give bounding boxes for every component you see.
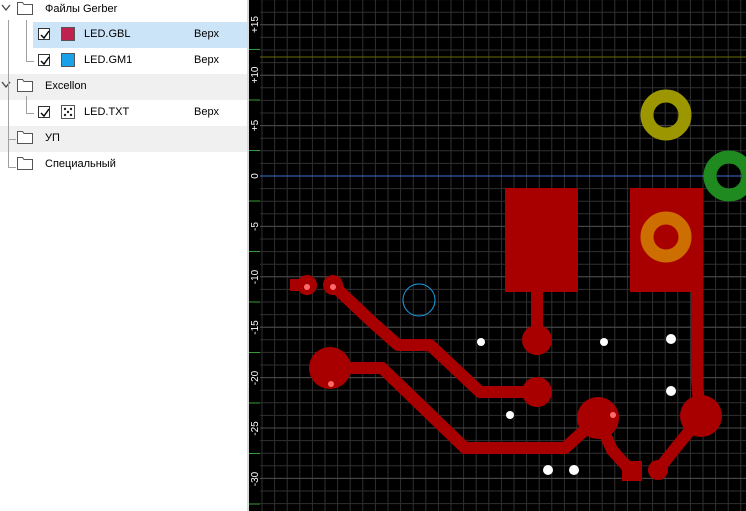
ruler-label: -25	[250, 421, 260, 436]
folder-icon	[17, 131, 33, 144]
tree-connector	[26, 113, 34, 114]
layer-color-swatch[interactable]	[61, 53, 75, 67]
file-side: Верх	[194, 54, 219, 66]
pcb-viewer-canvas[interactable]	[249, 0, 746, 511]
tree-file-led-gbl[interactable]: LED.GBL Верх	[33, 22, 247, 48]
tree-connector	[26, 96, 27, 114]
file-side: Верх	[194, 28, 219, 40]
ruler-label: +15	[250, 16, 260, 33]
visibility-checkbox[interactable]	[38, 54, 50, 66]
tree-connector	[8, 167, 16, 168]
ruler-label: +5	[250, 119, 260, 131]
ruler-label: -5	[250, 222, 260, 231]
tree-connector	[8, 20, 9, 168]
visibility-checkbox[interactable]	[38, 106, 50, 118]
drill-icon	[61, 105, 75, 119]
tree-connector	[26, 61, 34, 62]
tree-group-excellon[interactable]: Excellon	[0, 74, 247, 100]
folder-icon	[17, 2, 33, 15]
tree-group-up[interactable]: УП	[0, 126, 247, 152]
group-label: Файлы Gerber	[45, 3, 118, 15]
folder-icon	[17, 157, 33, 170]
file-name: LED.TXT	[84, 106, 130, 118]
tree-connector	[8, 139, 16, 140]
ruler-label: +10	[250, 66, 260, 83]
tree-connector	[26, 20, 27, 61]
tree-group-gerber[interactable]: Файлы Gerber	[0, 0, 247, 23]
layer-color-swatch[interactable]	[61, 27, 75, 41]
file-name: LED.GM1	[84, 54, 133, 66]
tree-group-special[interactable]: Специальный	[0, 152, 247, 178]
ruler-label: 0	[250, 173, 260, 179]
folder-icon	[17, 79, 33, 92]
visibility-checkbox[interactable]	[38, 28, 50, 40]
ruler-label: -30	[250, 471, 260, 486]
tree-file-led-gm1[interactable]: LED.GM1 Верх	[33, 48, 247, 74]
chevron-down-icon[interactable]	[0, 78, 12, 92]
tree-file-led-txt[interactable]: LED.TXT Верх	[33, 100, 247, 126]
layer-tree-panel: Файлы Gerber LED.GBL Верх LED.GM1 Верх E…	[0, 0, 247, 511]
ruler-label: -10	[250, 269, 260, 284]
ruler-label: -20	[250, 370, 260, 385]
chevron-down-icon[interactable]	[0, 1, 12, 15]
vertical-ruler: +15 +10 +5 0 -5 -10 -15 -20 -25 -30	[249, 0, 260, 511]
group-label: УП	[45, 132, 60, 144]
ruler-label: -15	[250, 320, 260, 335]
file-name: LED.GBL	[84, 28, 131, 40]
group-label: Специальный	[45, 158, 116, 170]
group-label: Excellon	[45, 80, 87, 92]
file-side: Верх	[194, 106, 219, 118]
